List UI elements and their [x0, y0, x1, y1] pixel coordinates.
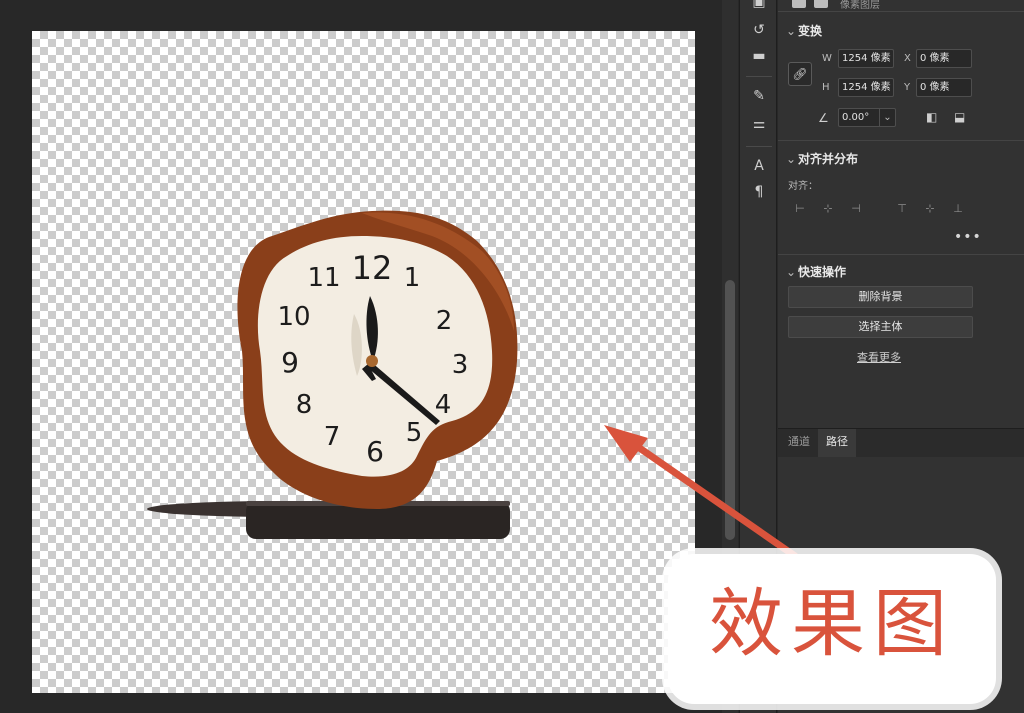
chevron-down-icon: ⌄: [786, 24, 797, 38]
clock-center-pin: [366, 355, 378, 367]
numeral-8: 8: [296, 390, 313, 420]
scrollbar-thumb[interactable]: [725, 280, 735, 540]
chain-link-icon: 🔗︎: [792, 67, 808, 81]
flip-vertical-icon[interactable]: ⬓: [954, 110, 965, 124]
align-right-icon[interactable]: ⊣: [848, 202, 864, 216]
align-center-h-icon[interactable]: ⊹: [820, 202, 836, 216]
width-label: W: [822, 53, 832, 64]
y-label: Y: [904, 82, 911, 93]
link-dimensions-button[interactable]: 🔗︎: [788, 62, 812, 86]
layer-type-header: 像素图层: [778, 0, 1024, 12]
flip-horizontal-icon[interactable]: ◧: [926, 110, 937, 124]
panel-tab-strip: 通道 路径: [778, 429, 1024, 457]
numeral-1: 1: [404, 263, 421, 293]
numeral-12: 12: [352, 249, 393, 287]
align-section-header[interactable]: ⌄ 对齐并分布: [786, 150, 858, 167]
adjust-icon[interactable]: ⚌: [749, 114, 769, 134]
x-field[interactable]: 0 像素: [916, 49, 972, 68]
annotation-bubble: 效果图: [668, 554, 996, 704]
chevron-down-icon: ⌄: [786, 265, 797, 279]
height-field[interactable]: 1254 像素: [838, 78, 894, 97]
numeral-4: 4: [435, 390, 452, 420]
brush-presets-icon[interactable]: ✎: [749, 86, 769, 106]
numeral-10: 10: [277, 302, 310, 332]
numeral-3: 3: [452, 350, 469, 380]
angle-icon: ∠: [818, 111, 829, 125]
pixel-layer-icon: [792, 0, 806, 8]
align-label: 对齐：: [788, 181, 818, 192]
chevron-down-icon[interactable]: ⌄: [879, 109, 895, 126]
numeral-6: 6: [366, 435, 384, 468]
align-top-icon[interactable]: ⊤: [894, 202, 910, 216]
tab-channels[interactable]: 通道: [780, 429, 818, 457]
quick-actions-section-header[interactable]: ⌄ 快速操作: [786, 263, 846, 280]
document-workspace[interactable]: 12 1 2 3 4 5 6 7 8 9 10 11: [0, 0, 722, 713]
more-options-icon[interactable]: •••: [954, 229, 982, 245]
chevron-down-icon: ⌄: [786, 152, 797, 166]
align-left-icon[interactable]: ⊢: [792, 202, 808, 216]
document-canvas[interactable]: 12 1 2 3 4 5 6 7 8 9 10 11: [32, 31, 695, 693]
clock-image: 12 1 2 3 4 5 6 7 8 9 10 11: [147, 210, 518, 539]
annotation-label: 效果图: [709, 581, 955, 667]
align-middle-v-icon[interactable]: ⊹: [922, 202, 938, 216]
numeral-11: 11: [307, 263, 340, 293]
mask-icon: [814, 0, 828, 8]
numeral-2: 2: [436, 306, 453, 336]
tab-paths[interactable]: 路径: [818, 429, 856, 457]
width-field[interactable]: 1254 像素: [838, 49, 894, 68]
transform-section-header[interactable]: ⌄ 变换: [786, 22, 822, 39]
numeral-7: 7: [324, 422, 341, 452]
comment-icon[interactable]: ▬: [749, 46, 769, 66]
select-subject-button[interactable]: 选择主体: [788, 316, 973, 338]
remove-background-button[interactable]: 删除背景: [788, 286, 973, 308]
height-label: H: [822, 82, 830, 93]
layers-icon[interactable]: ▣: [749, 0, 769, 12]
history-icon[interactable]: ↺: [749, 20, 769, 40]
layer-type-label: 像素图层: [840, 0, 880, 11]
x-label: X: [904, 53, 911, 64]
paragraph-icon[interactable]: ¶: [749, 182, 769, 202]
align-bottom-icon[interactable]: ⊥: [950, 202, 966, 216]
y-field[interactable]: 0 像素: [916, 78, 972, 97]
see-more-link[interactable]: 查看更多: [857, 349, 901, 365]
numeral-9: 9: [281, 346, 299, 379]
character-icon[interactable]: A: [749, 156, 769, 176]
numeral-5: 5: [406, 418, 423, 448]
angle-field[interactable]: 0.00° ⌄: [838, 108, 896, 127]
